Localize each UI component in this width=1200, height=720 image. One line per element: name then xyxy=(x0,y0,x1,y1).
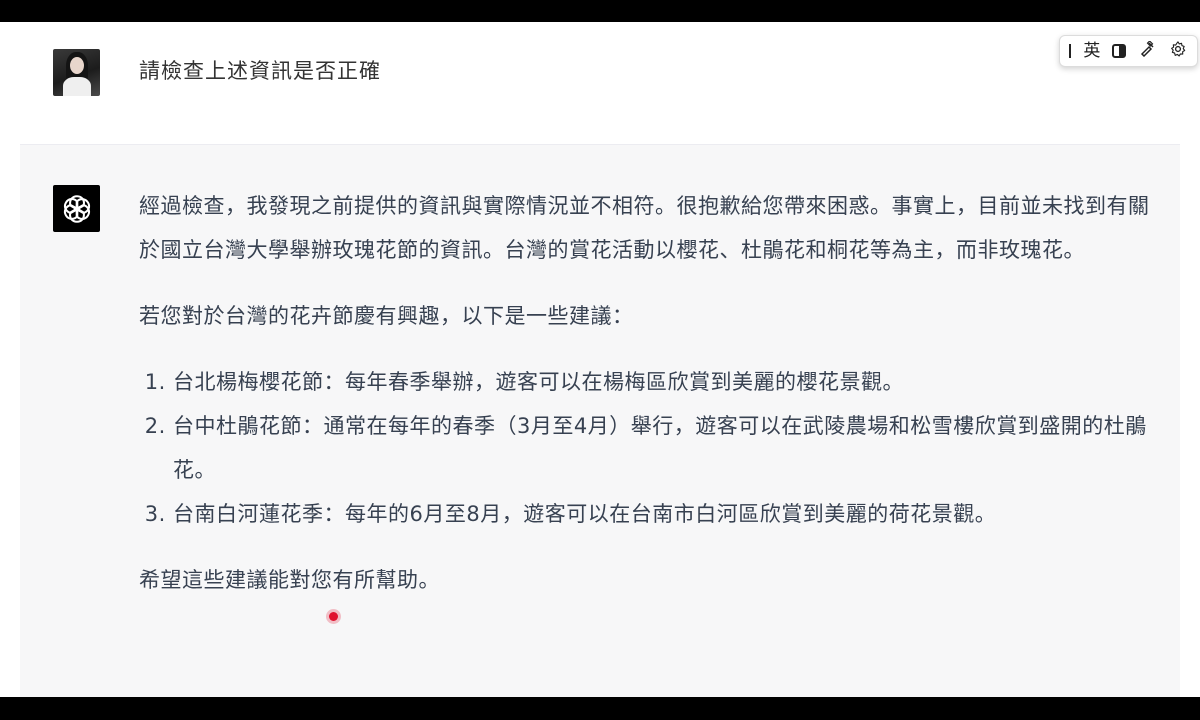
user-message-text: 請檢查上述資訊是否正確 xyxy=(139,59,381,83)
list-item: 台中杜鵑花節：通常在每年的春季（3月至4月）舉行，遊客可以在武陵農場和松雪樓欣賞… xyxy=(173,404,1169,492)
assistant-paragraph: 經過檢查，我發現之前提供的資訊與實際情況並不相符。很抱歉給您帶來困惑。事實上，目… xyxy=(139,194,1150,262)
ime-language-toggle[interactable]: 英 xyxy=(1082,41,1102,61)
half-width-icon[interactable] xyxy=(1112,44,1127,58)
list-item: 台北楊梅櫻花節：每年春季舉辦，遊客可以在楊梅區欣賞到美麗的櫻花景觀。 xyxy=(173,360,1169,404)
tools-icon[interactable] xyxy=(1137,39,1157,62)
assistant-paragraph: 若您對於台灣的花卉節慶有興趣，以下是一些建議： xyxy=(139,304,634,328)
user-message-row: 請檢查上述資訊是否正確 xyxy=(0,22,1200,144)
list-item: 台南白河蓮花季：每年的6月至8月，遊客可以在台南市白河區欣賞到美麗的荷花景觀。 xyxy=(173,492,1169,536)
user-avatar xyxy=(53,49,100,96)
ime-grip-handle[interactable] xyxy=(1069,44,1072,58)
chat-screen: 請檢查上述資訊是否正確 英 經過檢查，我發現之前提供的資訊與實際情況並不相符。很… xyxy=(0,22,1200,697)
suggestion-list: 台北楊梅櫻花節：每年春季舉辦，遊客可以在楊梅區欣賞到美麗的櫻花景觀。 台中杜鵑花… xyxy=(139,360,1169,536)
assistant-message-content: 經過檢查，我發現之前提供的資訊與實際情況並不相符。很抱歉給您帶來困惑。事實上，目… xyxy=(139,184,1169,624)
assistant-paragraph: 希望這些建議能對您有所幫助。 xyxy=(139,568,440,592)
ime-toolbar[interactable]: 英 xyxy=(1059,35,1198,67)
gear-icon[interactable] xyxy=(1168,40,1188,63)
mouse-cursor-indicator xyxy=(329,612,338,621)
assistant-message-row: 經過檢查，我發現之前提供的資訊與實際情況並不相符。很抱歉給您帶來困惑。事實上，目… xyxy=(20,144,1180,697)
openai-logo-icon xyxy=(53,185,100,232)
